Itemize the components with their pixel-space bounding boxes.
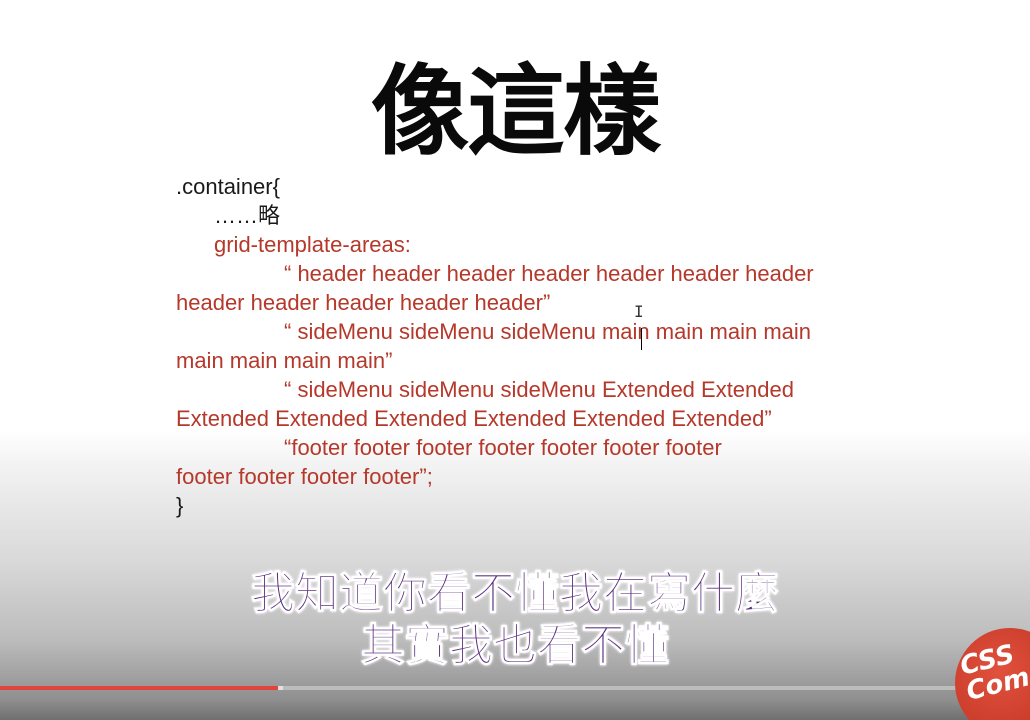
code-line: ……略 <box>214 203 281 228</box>
logo-text: CSS Com <box>957 639 1030 707</box>
progress-played <box>0 686 279 690</box>
code-block: .container{ ……略 grid-template-areas: “ h… <box>176 172 936 520</box>
code-line: “ sideMenu sideMenu sideMenu main main m… <box>284 319 812 344</box>
code-line: } <box>176 493 184 518</box>
code-line: “ header header header header header hea… <box>284 261 814 286</box>
subtitle-line-2: 其實我也看不懂 <box>361 620 670 672</box>
code-line: “footer footer footer footer footer foot… <box>284 435 722 460</box>
code-line: main main main main” <box>176 348 393 373</box>
slide-title: 像這樣 <box>370 55 661 169</box>
video-frame[interactable]: 像這樣 .container{ ……略 grid-template-areas:… <box>0 0 1030 720</box>
code-line: header header header header header” <box>176 290 551 315</box>
video-progress-bar[interactable] <box>0 686 1030 690</box>
text-caret <box>641 328 642 350</box>
code-line: grid-template-areas: <box>214 232 411 257</box>
code-line: footer footer footer footer”; <box>176 464 433 489</box>
code-line: Extended Extended Extended Extended Exte… <box>176 406 772 431</box>
text-cursor-icon: I <box>634 302 644 321</box>
code-line: “ sideMenu sideMenu sideMenu Extended Ex… <box>284 377 794 402</box>
subtitle-line-1: 我知道你看不懂我在寫什麼 <box>251 568 780 620</box>
code-line: .container{ <box>176 174 280 199</box>
